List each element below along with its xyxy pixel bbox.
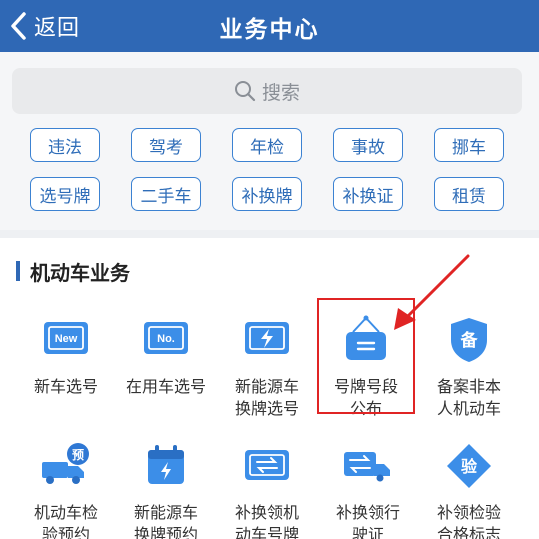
service-ev-plate-appointment[interactable]: 新能源车 换牌预约	[114, 438, 218, 539]
section-title: 机动车业务	[30, 261, 130, 285]
inspection-truck-icon: 预	[42, 443, 89, 484]
tag-select-plate[interactable]: 选号牌	[30, 177, 100, 211]
ev-plate-icon	[245, 322, 289, 354]
item-label: 补领检验 合格标志	[436, 503, 501, 539]
item-label: 补换领行 驶证	[335, 503, 400, 539]
item-label: 补换领机 动车号牌	[234, 503, 299, 539]
item-label: 新能源车 换牌选号	[234, 377, 299, 418]
item-label: 新车选号	[33, 377, 98, 396]
service-inspection-sticker[interactable]: 验 补领检验 合格标志	[417, 438, 521, 539]
item-label: 备案非本 人机动车	[436, 377, 501, 418]
top-bar: 返回 业务中心	[0, 0, 539, 52]
svg-text:New: New	[55, 333, 78, 345]
new-plate-icon: New	[44, 322, 88, 354]
tag-annual-inspection[interactable]: 年检	[232, 128, 302, 162]
item-label: 在用车选号	[125, 377, 206, 396]
inspection-badge-icon: 验	[447, 444, 491, 488]
tag-violation[interactable]: 违法	[30, 128, 100, 162]
section-accent-bar	[16, 261, 20, 281]
search-icon	[234, 81, 256, 102]
section-divider	[0, 230, 539, 238]
svg-text:No.: No.	[157, 333, 175, 345]
arrow-annotation-icon	[394, 254, 470, 330]
service-replace-vehicle-plate[interactable]: 补换领机 动车号牌	[215, 438, 319, 539]
ev-calendar-icon	[148, 445, 184, 484]
tag-replace-license[interactable]: 补换证	[333, 177, 403, 211]
service-in-use-car-plate[interactable]: No. 在用车选号	[114, 312, 218, 398]
tag-move-car[interactable]: 挪车	[434, 128, 504, 162]
item-label: 新能源车 换牌预约	[133, 503, 198, 539]
tag-accident[interactable]: 事故	[333, 128, 403, 162]
item-label: 机动车检 验预约	[33, 503, 98, 539]
tag-replace-plate[interactable]: 补换牌	[232, 177, 302, 211]
license-exchange-icon	[344, 452, 390, 482]
service-new-car-plate[interactable]: New 新车选号	[14, 312, 118, 398]
svg-text:预: 预	[72, 448, 84, 462]
plate-exchange-icon	[245, 450, 289, 480]
tag-rental[interactable]: 租赁	[434, 177, 504, 211]
tag-used-car[interactable]: 二手车	[131, 177, 201, 211]
page-title: 业务中心	[219, 17, 320, 43]
tag-driving-test[interactable]: 驾考	[131, 128, 201, 162]
search-input[interactable]: 搜索	[12, 68, 522, 114]
service-replace-driving-license[interactable]: 补换领行 驶证	[316, 438, 420, 539]
no-plate-icon: No.	[144, 322, 188, 354]
service-ev-plate-select[interactable]: 新能源车 换牌选号	[215, 312, 319, 420]
svg-text:验: 验	[461, 457, 478, 476]
search-placeholder: 搜索	[261, 81, 300, 104]
service-inspection-appointment[interactable]: 预 机动车检 验预约	[14, 438, 118, 539]
